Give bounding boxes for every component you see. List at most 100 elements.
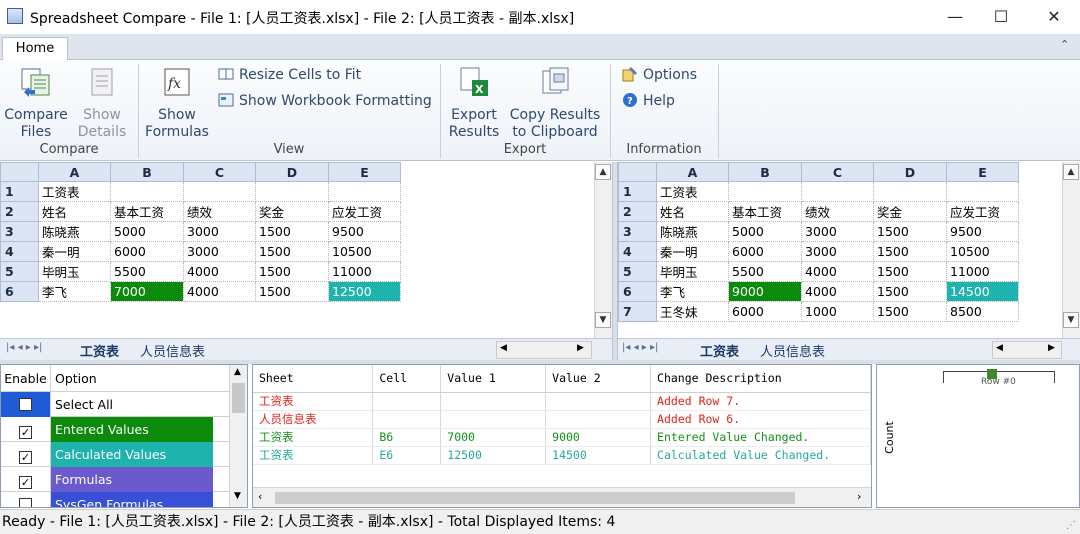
grid-cell[interactable]: 工资表 xyxy=(656,181,729,202)
calculated-values-checkbox[interactable]: ✓ xyxy=(19,451,32,464)
sysgen-formulas-checkbox[interactable] xyxy=(19,498,32,507)
column-header[interactable]: C xyxy=(801,162,874,182)
grid-cell[interactable]: 9500 xyxy=(946,221,1019,242)
column-header[interactable]: E xyxy=(328,162,401,182)
resize-cells-button[interactable]: Resize Cells to Fit xyxy=(218,66,361,83)
grid-cell[interactable]: 1500 xyxy=(873,281,947,302)
grid-cell[interactable]: 秦一明 xyxy=(656,241,729,262)
grid-cell[interactable]: 11000 xyxy=(328,261,401,282)
right-vertical-scrollbar[interactable]: ▲ ▼ xyxy=(1062,162,1080,338)
row-header[interactable]: 1 xyxy=(0,181,39,202)
column-header[interactable]: A xyxy=(38,162,111,182)
grid-cell[interactable] xyxy=(728,181,802,202)
column-header[interactable]: B xyxy=(728,162,802,182)
right-horizontal-scrollbar[interactable]: ◀ ▶ xyxy=(992,341,1062,359)
column-header-value1[interactable]: Value 1 xyxy=(440,365,547,393)
grid-cell[interactable]: 李飞 xyxy=(656,281,729,302)
grid-cell[interactable]: 10500 xyxy=(946,241,1019,262)
row-header[interactable]: 6 xyxy=(0,281,39,302)
scroll-left-arrow[interactable]: ◀ xyxy=(500,343,507,353)
scroll-right-arrow[interactable]: ▶ xyxy=(577,343,584,353)
grid-cell[interactable]: 5500 xyxy=(728,261,802,282)
grid-cell[interactable]: 陈晓燕 xyxy=(38,221,111,242)
show-workbook-formatting-button[interactable]: Show Workbook Formatting xyxy=(218,92,432,109)
column-header-sheet[interactable]: Sheet xyxy=(253,365,374,393)
grid-cell[interactable] xyxy=(110,181,184,202)
column-header-value2[interactable]: Value 2 xyxy=(545,365,652,393)
grid-cell[interactable]: 陈晓燕 xyxy=(656,221,729,242)
grid-cell[interactable]: 李飞 xyxy=(38,281,111,302)
calculated-value-changed-cell[interactable]: 12500 xyxy=(328,281,401,302)
compare-files-button[interactable]: Compare Files xyxy=(4,66,68,141)
grid-cell[interactable]: 5500 xyxy=(110,261,184,282)
grid-cell[interactable]: 姓名 xyxy=(656,201,729,222)
show-details-button[interactable]: Show Details xyxy=(72,66,132,141)
scroll-up-arrow[interactable]: ▲ xyxy=(595,164,611,180)
scroll-down-arrow[interactable]: ▼ xyxy=(234,491,241,501)
sheet-tab-salary[interactable]: 工资表 xyxy=(80,341,119,360)
grid-cell[interactable]: 10500 xyxy=(328,241,401,262)
grid-cell[interactable]: 3000 xyxy=(183,241,256,262)
grid-cell[interactable]: 基本工资 xyxy=(110,201,184,222)
row-header[interactable]: 6 xyxy=(618,281,657,302)
row-header[interactable]: 5 xyxy=(0,261,39,282)
grid-cell[interactable] xyxy=(328,181,401,202)
column-header-cell[interactable]: Cell xyxy=(372,365,442,393)
column-header-change-description[interactable]: Change Description xyxy=(650,365,871,393)
grid-cell[interactable]: 3000 xyxy=(183,221,256,242)
row-header[interactable]: 1 xyxy=(618,181,657,202)
grid-cell[interactable]: 1500 xyxy=(873,261,947,282)
scroll-right-arrow[interactable]: ▶ xyxy=(1048,343,1055,353)
row-header[interactable]: 2 xyxy=(0,201,39,222)
row-header[interactable]: 5 xyxy=(618,261,657,282)
scroll-left-arrow[interactable]: ‹ xyxy=(258,490,262,503)
grid-cell[interactable]: 11000 xyxy=(946,261,1019,282)
row-header[interactable]: 3 xyxy=(618,221,657,242)
grid-cell[interactable]: 姓名 xyxy=(38,201,111,222)
entered-value-changed-cell[interactable]: 7000 xyxy=(110,281,184,302)
options-scrollbar[interactable]: ▲ ▼ xyxy=(229,365,247,507)
formulas-checkbox[interactable]: ✓ xyxy=(19,476,32,489)
options-button[interactable]: Options xyxy=(622,66,697,83)
sheet-tab-personnel[interactable]: 人员信息表 xyxy=(140,341,205,360)
option-row-sysgen-formulas[interactable]: SysGen Formulas xyxy=(1,492,247,507)
grid-cell[interactable]: 8500 xyxy=(946,301,1019,322)
left-horizontal-scrollbar[interactable]: ◀ ▶ xyxy=(496,341,592,359)
left-vertical-scrollbar[interactable]: ▲ ▼ xyxy=(594,162,612,338)
column-header[interactable]: D xyxy=(873,162,947,182)
grid-cell[interactable]: 4000 xyxy=(801,261,874,282)
tab-home[interactable]: Home xyxy=(2,37,68,61)
result-row[interactable]: 人员信息表 Added Row 6. xyxy=(253,410,871,429)
column-header[interactable]: A xyxy=(656,162,729,182)
option-row-calculated-values[interactable]: ✓ Calculated Values xyxy=(1,442,247,467)
row-header[interactable]: 4 xyxy=(618,241,657,262)
enable-column-header[interactable]: Enable xyxy=(1,365,51,392)
row-header[interactable]: 2 xyxy=(618,201,657,222)
column-header[interactable]: B xyxy=(110,162,184,182)
grid-cell[interactable] xyxy=(255,181,329,202)
grid-cell[interactable] xyxy=(873,181,947,202)
grid-cell[interactable]: 4000 xyxy=(183,261,256,282)
ribbon-collapse-icon[interactable]: ⌃ xyxy=(1060,38,1069,51)
option-row-select-all[interactable]: Select All xyxy=(1,392,247,417)
grid-cell[interactable]: 秦一明 xyxy=(38,241,111,262)
grid-cell[interactable]: 1500 xyxy=(255,261,329,282)
grid-cell[interactable] xyxy=(183,181,256,202)
grid-cell[interactable]: 1500 xyxy=(873,301,947,322)
grid-cell[interactable]: 3000 xyxy=(801,221,874,242)
grid-cell[interactable]: 4000 xyxy=(801,281,874,302)
sheet-tab-personnel[interactable]: 人员信息表 xyxy=(760,341,825,360)
scroll-left-arrow[interactable]: ◀ xyxy=(996,343,1003,353)
grid-cell[interactable]: 应发工资 xyxy=(328,201,401,222)
grid-cell[interactable]: 1000 xyxy=(801,301,874,322)
grid-corner[interactable] xyxy=(0,162,39,182)
column-header[interactable]: E xyxy=(946,162,1019,182)
maximize-button[interactable]: ☐ xyxy=(978,0,1024,34)
grid-cell[interactable]: 6000 xyxy=(728,241,802,262)
grid-cell[interactable]: 奖金 xyxy=(255,201,329,222)
option-row-entered-values[interactable]: ✓ Entered Values xyxy=(1,417,247,442)
entered-values-checkbox[interactable]: ✓ xyxy=(19,426,32,439)
row-header[interactable]: 7 xyxy=(618,301,657,322)
grid-cell[interactable] xyxy=(801,181,874,202)
scroll-down-arrow[interactable]: ▼ xyxy=(1063,312,1079,328)
